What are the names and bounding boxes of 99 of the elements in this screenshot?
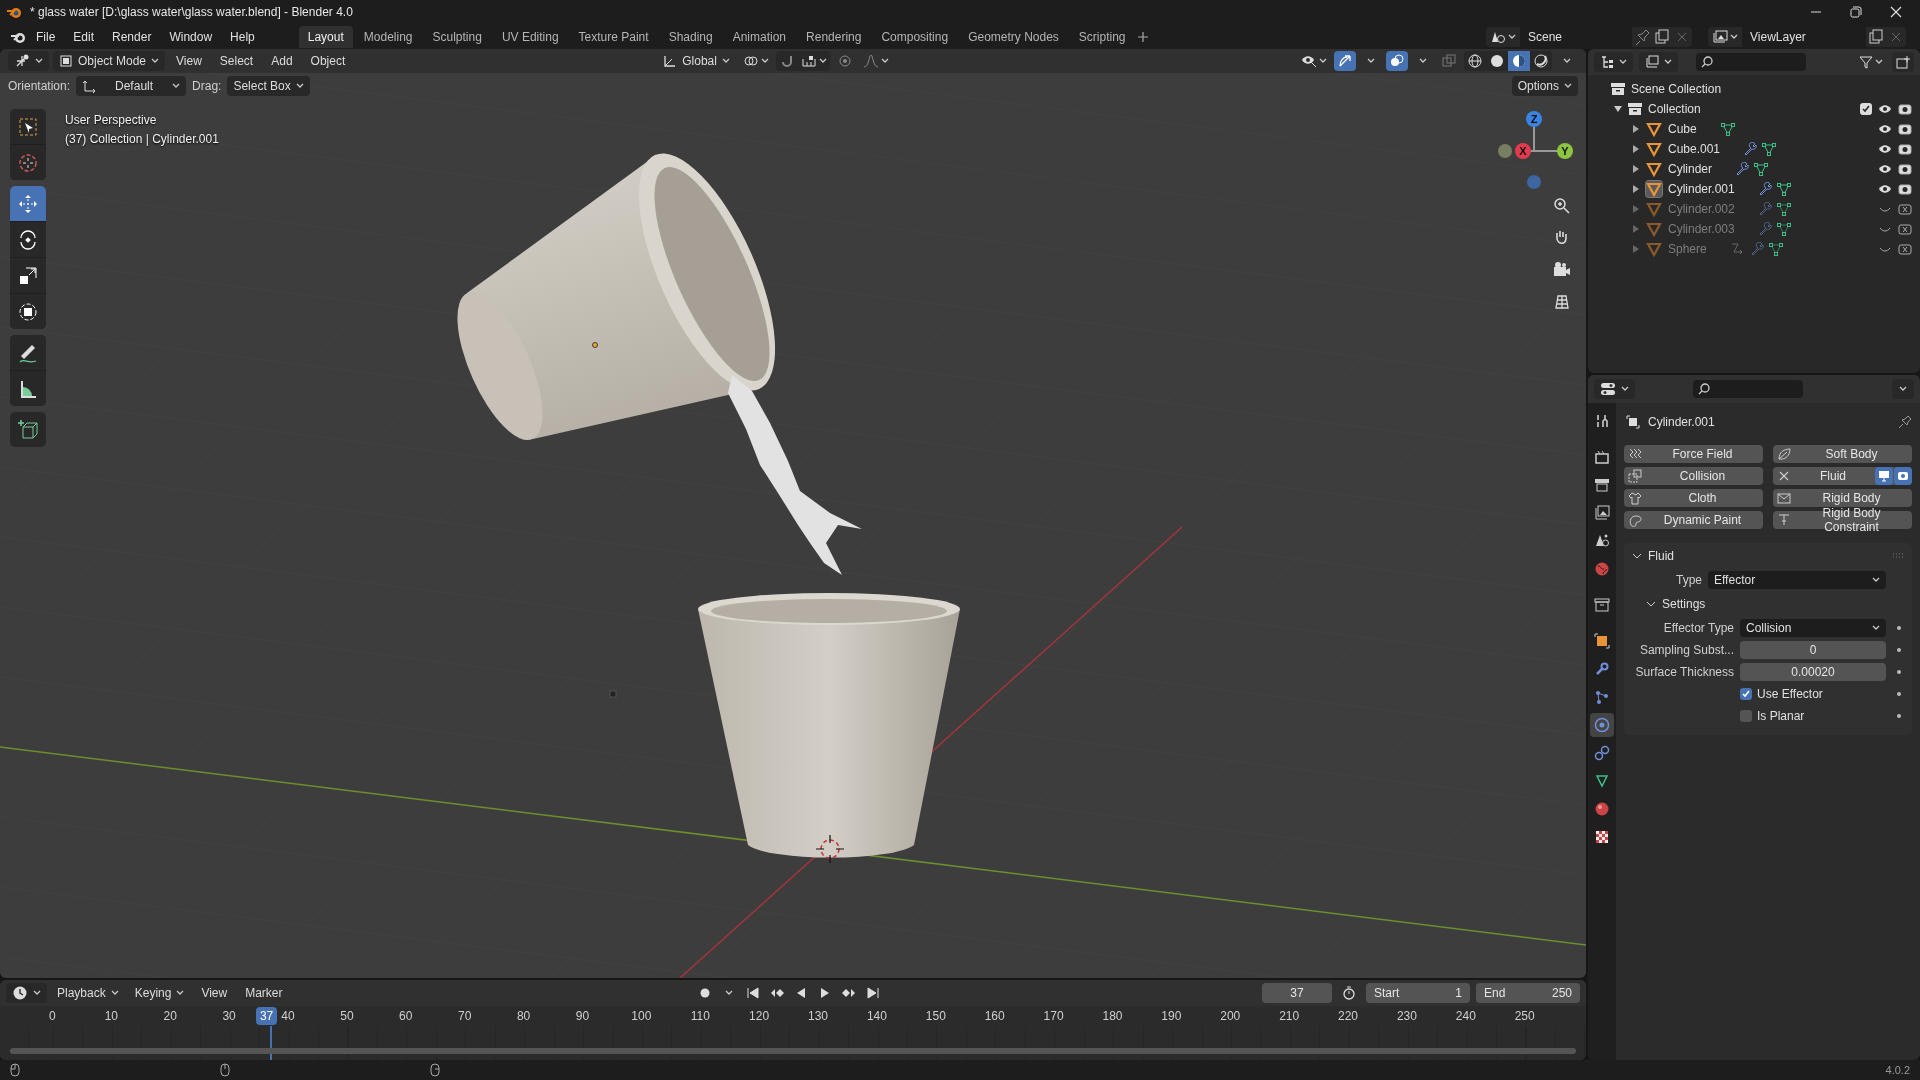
workspace-tab[interactable]: Texture Paint: [569, 25, 658, 48]
start-frame-field[interactable]: Start 1: [1366, 983, 1470, 1003]
field-label: Sampling Subst...: [1638, 643, 1734, 657]
current-frame-field[interactable]: 37: [1262, 983, 1332, 1003]
field-label: Effector Type: [1662, 621, 1734, 635]
menu-item[interactable]: File: [28, 26, 64, 47]
workspace-tab[interactable]: Rendering: [797, 25, 871, 48]
type-dropdown[interactable]: Effector: [1708, 571, 1886, 589]
frame-number: 150: [925, 1009, 946, 1023]
axis-handle[interactable]: X: [1515, 143, 1531, 159]
workspace-tab[interactable]: Layout: [298, 25, 353, 48]
frame-number: 0: [49, 1009, 56, 1023]
frame-number: 90: [575, 1009, 590, 1023]
workspace-tab[interactable]: Compositing: [872, 25, 958, 48]
frame-number: 10: [104, 1009, 118, 1023]
outliner-item[interactable]: Scene Collection: [1631, 82, 1722, 96]
menu-item[interactable]: Window: [161, 26, 221, 47]
number-field[interactable]: 0: [1740, 641, 1886, 659]
menu-item[interactable]: View: [169, 52, 209, 70]
version-text: 4.0.2: [1885, 1064, 1910, 1076]
frame-number: 100: [631, 1009, 652, 1023]
subpanel-header[interactable]: Settings: [1624, 591, 1706, 617]
transform-orientation-dropdown[interactable]: Default: [76, 76, 187, 96]
outliner-item[interactable]: Collection: [1648, 102, 1701, 116]
frame-number: 60: [399, 1009, 413, 1023]
frame-number: 220: [1338, 1009, 1359, 1023]
end-frame-field[interactable]: End 250: [1476, 983, 1580, 1003]
menu-dropdown[interactable]: Playback: [51, 983, 125, 1003]
scene-name-field[interactable]: Scene: [1520, 26, 1632, 47]
playhead-frame[interactable]: 37: [255, 1007, 278, 1025]
frame-number: 250: [1514, 1009, 1535, 1023]
outliner-item[interactable]: Cube.001: [1668, 142, 1721, 156]
viewport-info-text: User Perspective: [65, 113, 158, 127]
frame-number: 230: [1396, 1009, 1417, 1023]
frame-number: 70: [458, 1009, 472, 1023]
frame-number: 210: [1279, 1009, 1300, 1023]
orientation-label: Orientation:: [8, 79, 71, 93]
physics-button[interactable]: Collision: [1624, 467, 1763, 485]
menu-item[interactable]: Add: [264, 52, 300, 70]
frame-number: 50: [340, 1009, 354, 1023]
workspace-tab[interactable]: UV Editing: [492, 25, 568, 48]
mode-dropdown[interactable]: Object Mode: [53, 51, 166, 71]
panel-header[interactable]: Fluid: [1624, 543, 1912, 569]
orientation-dropdown[interactable]: Global: [657, 51, 736, 71]
window-title: * glass water [D:\glass water\glass water.blend] - Blender 4.0: [30, 5, 354, 19]
workspace-tab[interactable]: Shading: [659, 25, 722, 48]
frame-number: 180: [1102, 1009, 1123, 1023]
workspace-tab[interactable]: Modeling: [354, 25, 422, 48]
checkbox[interactable]: Is Planar: [1740, 709, 1886, 723]
axis-handle[interactable]: Y: [1557, 143, 1573, 159]
frame-number: 80: [516, 1009, 531, 1023]
physics-button[interactable]: Dynamic Paint: [1624, 511, 1763, 529]
physics-button[interactable]: Rigid Body: [1773, 489, 1912, 507]
frame-number: 40: [281, 1009, 295, 1023]
frame-number: 110: [690, 1009, 710, 1023]
workspace-tab[interactable]: Geometry Nodes: [959, 25, 1068, 48]
outliner-item[interactable]: Cube: [1668, 122, 1697, 136]
menu-item[interactable]: Select: [212, 52, 261, 70]
menu-item[interactable]: View: [194, 984, 235, 1002]
workspace-tab[interactable]: Animation: [723, 25, 796, 48]
outliner-item[interactable]: Cylinder.003: [1668, 222, 1735, 236]
menu-item[interactable]: Marker: [238, 984, 290, 1002]
field-label: Type: [1675, 573, 1702, 587]
axis-handle[interactable]: Z: [1526, 111, 1542, 127]
frame-number: 190: [1161, 1009, 1182, 1023]
drag-dropdown[interactable]: Select Box: [227, 76, 310, 96]
outliner-item[interactable]: Cylinder: [1668, 162, 1712, 176]
menu-item[interactable]: Object: [303, 52, 353, 70]
outliner-item[interactable]: Cylinder.001: [1668, 182, 1735, 196]
menu-item[interactable]: Edit: [65, 26, 103, 47]
frame-number: 130: [808, 1009, 829, 1023]
frame-number: 160: [984, 1009, 1005, 1023]
field-label: Surface Thickness: [1634, 665, 1734, 679]
menu-dropdown[interactable]: Keying: [128, 983, 191, 1003]
workspace-tab[interactable]: Sculpting: [423, 25, 491, 48]
checkbox[interactable]: Use Effector: [1740, 687, 1886, 701]
frame-number: 20: [163, 1009, 177, 1023]
physics-button[interactable]: Fluid: [1773, 467, 1912, 485]
object-name: Cylinder.001: [1648, 415, 1716, 429]
frame-number: 120: [749, 1009, 770, 1023]
physics-button[interactable]: Force Field: [1624, 445, 1763, 463]
viewport-info-text: (37) Collection | Cylinder.001: [65, 132, 219, 146]
frame-number: 200: [1220, 1009, 1241, 1023]
workspace-tab[interactable]: Scripting: [1069, 25, 1135, 48]
physics-button[interactable]: Soft Body: [1773, 445, 1912, 463]
frame-number: 140: [866, 1009, 887, 1023]
options-dropdown[interactable]: Options: [1511, 76, 1578, 96]
frame-number: 30: [222, 1009, 236, 1023]
menu-item[interactable]: Render: [104, 26, 160, 47]
drag-label: Drag:: [192, 79, 222, 93]
outliner-item[interactable]: Sphere: [1668, 242, 1707, 256]
value-dropdown[interactable]: Collision: [1740, 619, 1886, 637]
physics-button[interactable]: Cloth: [1624, 489, 1763, 507]
frame-number: 170: [1043, 1009, 1064, 1023]
number-field[interactable]: 0.00020: [1740, 663, 1886, 681]
outliner-item[interactable]: Cylinder.002: [1668, 202, 1735, 216]
menu-item[interactable]: Help: [222, 26, 263, 47]
frame-number: 240: [1455, 1009, 1476, 1023]
view-layer-name-field[interactable]: ViewLayer: [1742, 26, 1866, 47]
